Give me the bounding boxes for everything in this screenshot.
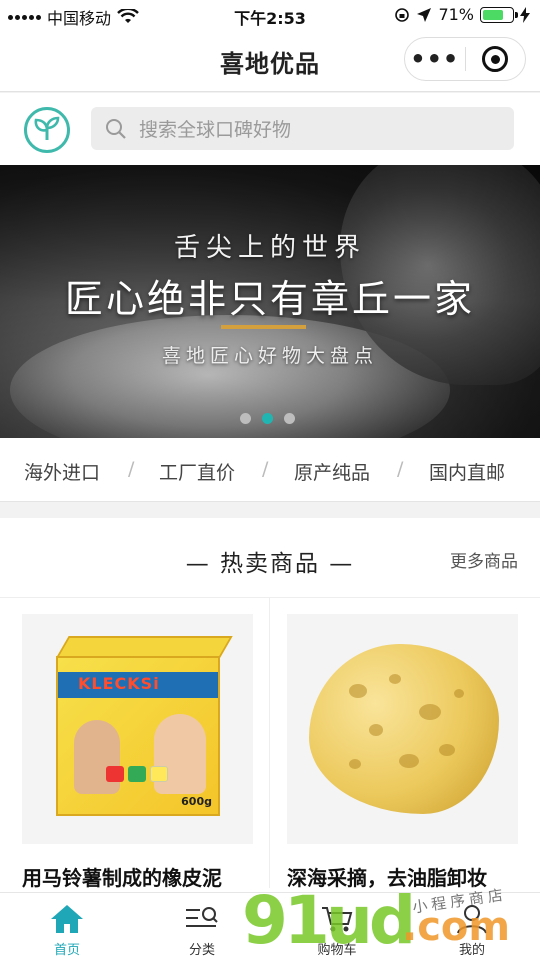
app-page: 中国移动 下午2:53 71% 喜地优品 ••• 搜索全球口碑好物 舌尖上的世界… <box>0 0 540 960</box>
category-separator: / <box>397 458 404 480</box>
product-grid-divider <box>269 598 270 888</box>
tab-bar: 首页 分类 购物车 我的 <box>0 892 540 960</box>
more-products-link[interactable]: 更多商品 <box>450 547 518 572</box>
product-name[interactable]: 深海采摘，去油脂卸妆 <box>287 862 487 891</box>
box-top <box>56 636 233 658</box>
product-box-image: KLECKSi 600g <box>56 636 233 816</box>
box-pot <box>150 766 168 782</box>
box-kid <box>74 720 120 794</box>
more-dots-icon[interactable]: ••• <box>405 47 465 71</box>
banner-pagination <box>240 413 295 424</box>
battery-percent: 71% <box>438 5 474 24</box>
cart-icon <box>322 907 353 932</box>
category-origin-pure[interactable]: 原产纯品 <box>294 458 370 485</box>
category-row: 海外进口 / 工厂直价 / 原产纯品 / 国内直邮 <box>0 438 540 502</box>
product-name[interactable]: 用马铃薯制成的橡皮泥 <box>22 862 222 891</box>
banner-title: 匠心绝非只有章丘一家 <box>64 277 475 321</box>
box-pot <box>106 766 124 782</box>
banner-subtitle: 舌尖上的世界 <box>173 233 366 263</box>
category-separator: / <box>262 458 269 480</box>
orientation-lock-icon <box>395 7 410 22</box>
tab-cart[interactable]: 购物车 <box>297 901 377 958</box>
box-brand: KLECKSi <box>78 674 160 693</box>
location-arrow-icon <box>417 7 432 22</box>
category-separator: / <box>128 458 135 480</box>
product-image[interactable] <box>287 614 518 844</box>
banner-dot[interactable] <box>284 413 295 424</box>
promo-banner[interactable]: 舌尖上的世界 匠心绝非只有章丘一家 喜地匠心好物大盘点 <box>0 165 540 438</box>
status-bar: 中国移动 下午2:53 71% <box>0 0 540 30</box>
product-image[interactable]: KLECKSi 600g <box>22 614 253 844</box>
tab-category-label: 分类 <box>188 943 215 958</box>
category-factory-price[interactable]: 工厂直价 <box>159 458 235 485</box>
tab-mine[interactable]: 我的 <box>432 901 512 958</box>
banner-caption: 喜地匠心好物大盘点 <box>161 345 378 367</box>
category-domestic-direct[interactable]: 国内直邮 <box>429 458 505 485</box>
box-pot <box>128 766 146 782</box>
category-overseas-import[interactable]: 海外进口 <box>24 458 100 485</box>
tab-mine-label: 我的 <box>458 943 485 958</box>
banner-accent-line <box>221 325 306 329</box>
leaf-logo-icon[interactable] <box>24 107 70 153</box>
nav-bar: 喜地优品 ••• <box>0 30 540 92</box>
battery-icon <box>480 6 518 23</box>
home-icon <box>51 905 83 933</box>
mini-program-capsule: ••• <box>404 37 526 81</box>
box-kid <box>154 714 206 794</box>
sponge-image <box>309 644 499 814</box>
category-search-icon <box>186 907 218 927</box>
user-icon <box>457 905 487 934</box>
search-row: 搜索全球口碑好物 <box>0 93 540 165</box>
tab-cart-label: 购物车 <box>317 943 357 958</box>
banner-dot-active[interactable] <box>262 413 273 424</box>
tab-home-label: 首页 <box>53 943 80 958</box>
target-icon <box>482 46 509 72</box>
search-icon <box>106 118 126 139</box>
status-right: 71% <box>394 5 530 24</box>
search-input[interactable]: 搜索全球口碑好物 <box>91 107 514 150</box>
box-weight: 600g <box>181 795 212 808</box>
hot-products-header: — 热卖商品 — 更多商品 <box>0 518 540 598</box>
charging-icon <box>520 6 530 23</box>
tab-home[interactable]: 首页 <box>27 901 107 958</box>
search-placeholder: 搜索全球口碑好物 <box>139 119 292 141</box>
banner-dot[interactable] <box>240 413 251 424</box>
close-mini-program-button[interactable] <box>465 46 525 72</box>
tab-category[interactable]: 分类 <box>162 901 242 958</box>
